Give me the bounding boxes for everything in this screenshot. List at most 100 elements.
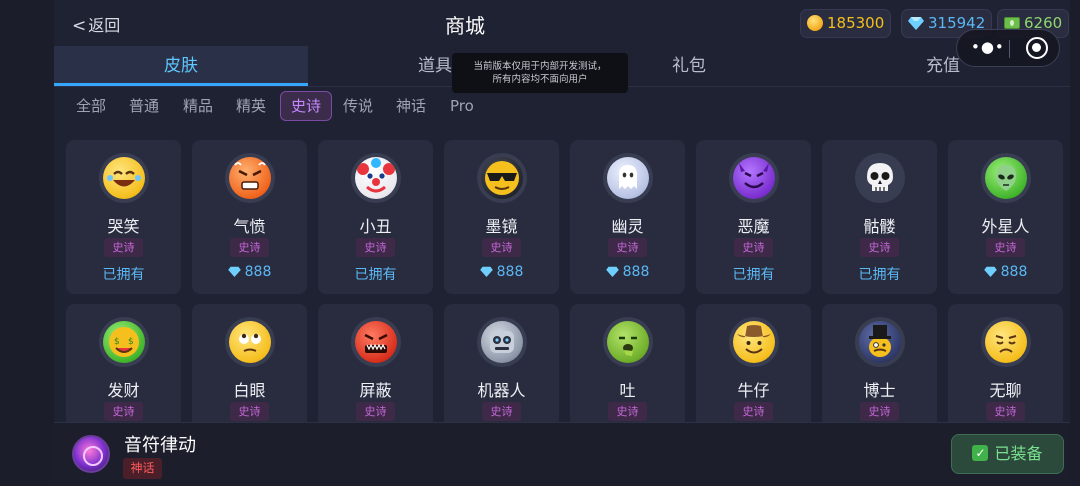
alien-icon (985, 157, 1027, 199)
skin-card[interactable]: $ $ 发财 史诗 (66, 304, 181, 422)
filter-mythic[interactable]: 神话 (386, 91, 436, 121)
rarity-tag: 史诗 (356, 402, 395, 421)
header: < 返回 商城 185300 315942 6260 (54, 0, 1070, 46)
skin-card[interactable]: 墨镜 史诗 888 (444, 140, 559, 294)
skin-avatar (729, 317, 779, 367)
top-hat-face-icon (859, 321, 901, 363)
diamond-icon (983, 266, 997, 277)
rarity-tag: 史诗 (608, 238, 647, 257)
rarity-tag: 史诗 (986, 238, 1025, 257)
owned-status: 已拥有 (354, 267, 397, 283)
skin-card[interactable]: 吐 史诗 (570, 304, 685, 422)
gold-coin-balance[interactable]: 185300 (800, 9, 892, 38)
skin-card[interactable]: 博士 史诗 (822, 304, 937, 422)
skin-name: 气愤 (233, 217, 266, 236)
skin-grid: 哭笑 史诗 已拥有 气愤 史诗 888 小丑 史诗 已拥有 墨镜 史诗 888 … (66, 140, 1066, 422)
rarity-tag: 史诗 (986, 402, 1025, 421)
rarity-tag: 史诗 (734, 402, 773, 421)
blocked-face-icon (355, 321, 397, 363)
filter-pro[interactable]: Pro (440, 91, 484, 121)
diamond-icon (908, 16, 924, 30)
skin-name: 外星人 (981, 217, 1030, 236)
miniprogram-capsule: •●• (956, 29, 1060, 67)
ghost-icon (607, 157, 649, 199)
skin-name: 墨镜 (485, 217, 518, 236)
close-target-icon[interactable] (1026, 37, 1048, 59)
rarity-tag: 史诗 (608, 402, 647, 421)
skin-avatar (477, 153, 527, 203)
skin-name: 骷髅 (863, 217, 896, 236)
rarity-tag: 史诗 (734, 238, 773, 257)
price: 888 (948, 264, 1063, 280)
skin-avatar (855, 317, 905, 367)
filter-elite[interactable]: 精英 (226, 91, 276, 121)
rarity-tag: 史诗 (104, 402, 143, 421)
money-face-icon: $ $ (103, 321, 145, 363)
owned-status: 已拥有 (732, 267, 775, 283)
skin-card[interactable]: 幽灵 史诗 888 (570, 140, 685, 294)
equipped-skin-name: 音符律动 (124, 435, 196, 456)
angry-face-icon (229, 157, 271, 199)
rarity-tag: 史诗 (860, 238, 899, 257)
price: 888 (570, 264, 685, 280)
price-value: 888 (244, 264, 272, 280)
capsule-divider (1009, 40, 1010, 58)
skin-card[interactable]: 小丑 史诗 已拥有 (318, 140, 433, 294)
skin-name: 哭笑 (107, 217, 140, 236)
skin-avatar (477, 317, 527, 367)
robot-icon (481, 321, 523, 363)
skin-name: 机器人 (477, 381, 526, 400)
skin-avatar (981, 317, 1031, 367)
more-icon[interactable]: •●• (971, 38, 1005, 56)
cash-icon (1004, 16, 1020, 29)
toast-line-1: 当前版本仅用于内部开发测试， (473, 61, 607, 72)
skin-name: 恶魔 (737, 217, 770, 236)
vomit-face-icon (607, 321, 649, 363)
tab-skins[interactable]: 皮肤 (54, 46, 308, 86)
svg-text:$: $ (114, 337, 120, 347)
toast-line-2: 所有内容均不面向用户 (492, 74, 588, 85)
rarity-tag: 史诗 (482, 238, 521, 257)
rarity-tag: 史诗 (230, 402, 269, 421)
diamond-icon (479, 266, 493, 277)
skin-name: 无聊 (989, 381, 1022, 400)
skin-card[interactable]: 气愤 史诗 888 (192, 140, 307, 294)
skin-card[interactable]: 恶魔 史诗 已拥有 (696, 140, 811, 294)
filter-normal[interactable]: 普通 (119, 91, 169, 121)
skin-avatar (603, 153, 653, 203)
skin-card[interactable]: 屏蔽 史诗 (318, 304, 433, 422)
skin-avatar (981, 153, 1031, 203)
skin-card[interactable]: 机器人 史诗 (444, 304, 559, 422)
equipped-button[interactable]: ✓ 已装备 (951, 434, 1064, 474)
skin-card[interactable]: 白眼 史诗 (192, 304, 307, 422)
skin-card[interactable]: 无聊 史诗 (948, 304, 1063, 422)
skin-name: 屏蔽 (359, 381, 392, 400)
skin-avatar: $ $ (99, 317, 149, 367)
skin-avatar (603, 317, 653, 367)
skin-card[interactable]: 骷髅 史诗 已拥有 (822, 140, 937, 294)
rarity-tag: 史诗 (482, 402, 521, 421)
price-value: 888 (496, 264, 524, 280)
skin-name: 发财 (107, 381, 140, 400)
filter-all[interactable]: 全部 (66, 91, 116, 121)
skin-avatar (351, 317, 401, 367)
gold-coin-value: 185300 (827, 14, 885, 32)
skin-card[interactable]: 哭笑 史诗 已拥有 (66, 140, 181, 294)
owned-status: 已拥有 (102, 267, 145, 283)
skin-card[interactable]: 牛仔 史诗 (696, 304, 811, 422)
checkbox-icon: ✓ (972, 445, 989, 461)
skin-card[interactable]: 外星人 史诗 888 (948, 140, 1063, 294)
sunglasses-face-icon (481, 157, 523, 199)
filter-legendary[interactable]: 传说 (333, 91, 383, 121)
filter-epic[interactable]: 史诗 (280, 91, 333, 121)
rarity-tag: 史诗 (104, 238, 143, 257)
price-value: 888 (1000, 264, 1028, 280)
dev-notice-toast: 当前版本仅用于内部开发测试， 所有内容均不面向用户 (452, 53, 628, 93)
equipped-rarity-tag: 神话 (123, 458, 162, 479)
skin-avatar (855, 153, 905, 203)
svg-text:$: $ (128, 337, 134, 347)
rarity-tag: 史诗 (230, 238, 269, 257)
rarity-tag: 史诗 (356, 238, 395, 257)
filter-fine[interactable]: 精品 (173, 91, 223, 121)
devil-icon (733, 157, 775, 199)
